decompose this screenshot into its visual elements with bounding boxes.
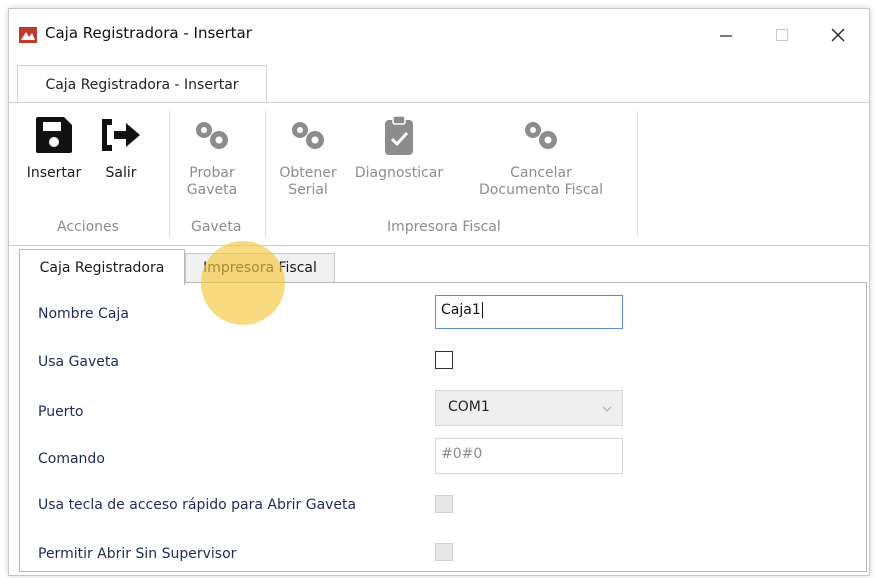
- salir-label: Salir: [105, 165, 137, 181]
- window-title: Caja Registradora - Insertar: [45, 24, 252, 42]
- nombre-caja-input[interactable]: Caja1: [435, 295, 623, 329]
- close-button[interactable]: [811, 15, 865, 55]
- usa-tecla-checkbox[interactable]: [435, 495, 453, 513]
- nombre-caja-value: Caja1: [441, 302, 481, 318]
- usa-gaveta-label: Usa Gaveta: [38, 354, 119, 370]
- permitir-checkbox[interactable]: [435, 543, 453, 561]
- tab-impresora-fiscal[interactable]: Impresora Fiscal: [185, 253, 335, 283]
- group-label-gaveta: Gaveta: [191, 219, 242, 235]
- close-icon: [831, 28, 845, 42]
- puerto-value: COM1: [448, 399, 490, 415]
- tab-caja-registradora[interactable]: Caja Registradora: [19, 249, 185, 285]
- comando-label: Comando: [38, 451, 105, 467]
- probar-gaveta-label-2: Gaveta: [186, 182, 238, 198]
- permitir-label: Permitir Abrir Sin Supervisor: [38, 546, 237, 562]
- cancelar-label-2: Documento Fiscal: [479, 182, 603, 198]
- save-icon: [36, 117, 72, 153]
- obtener-serial-label-1: Obtener: [279, 165, 337, 181]
- exit-icon: [102, 119, 140, 151]
- title-bar: Caja Registradora - Insertar: [9, 9, 869, 61]
- maximize-button[interactable]: [755, 15, 809, 55]
- gears-icon: [196, 122, 228, 149]
- chevron-down-icon: [602, 406, 612, 412]
- ribbon-separator: [637, 111, 638, 237]
- group-label-impresora-fiscal: Impresora Fiscal: [387, 219, 501, 235]
- maximize-icon: [776, 29, 788, 41]
- obtener-serial-label-2: Serial: [288, 182, 328, 198]
- form-panel: Nombre Caja Caja1 Usa Gaveta Puerto COM1…: [19, 282, 867, 572]
- diagnosticar-button[interactable]: Diagnosticar: [351, 115, 447, 215]
- gears-icon: [525, 122, 557, 149]
- group-label-acciones: Acciones: [57, 219, 119, 235]
- app-logo-icon: [19, 27, 37, 43]
- text-caret: [481, 302, 483, 318]
- ribbon-separator: [265, 111, 266, 237]
- puerto-select[interactable]: COM1: [435, 390, 623, 426]
- minimize-button[interactable]: [699, 15, 753, 55]
- clipboard-check-icon: [385, 115, 413, 155]
- insertar-label: Insertar: [26, 165, 82, 181]
- obtener-serial-button[interactable]: Obtener Serial: [273, 115, 343, 215]
- gears-icon: [292, 122, 324, 149]
- usa-gaveta-checkbox[interactable]: [435, 351, 453, 369]
- cancelar-documento-fiscal-button[interactable]: Cancelar Documento Fiscal: [461, 115, 621, 215]
- insertar-button[interactable]: Insertar: [23, 115, 85, 205]
- app-window: Caja Registradora - Insertar Caja Regist…: [8, 8, 870, 576]
- diagnosticar-label: Diagnosticar: [354, 165, 444, 181]
- cancelar-label-1: Cancelar: [510, 165, 572, 181]
- probar-gaveta-button[interactable]: Probar Gaveta: [177, 115, 247, 215]
- probar-gaveta-label-1: Probar: [189, 165, 235, 181]
- ribbon-separator: [169, 111, 170, 237]
- comando-input[interactable]: #0#0: [435, 438, 623, 474]
- salir-button[interactable]: Salir: [93, 115, 149, 205]
- ribbon-tab[interactable]: Caja Registradora - Insertar: [17, 65, 267, 103]
- minimize-icon: [720, 35, 732, 37]
- puerto-label: Puerto: [38, 404, 84, 420]
- usa-tecla-label: Usa tecla de acceso rápido para Abrir Ga…: [38, 497, 357, 513]
- comando-value: #0#0: [441, 446, 483, 462]
- nombre-caja-label: Nombre Caja: [38, 306, 129, 322]
- ribbon-toolbar: Insertar Salir Probar Gaveta Obtener Ser…: [9, 102, 869, 246]
